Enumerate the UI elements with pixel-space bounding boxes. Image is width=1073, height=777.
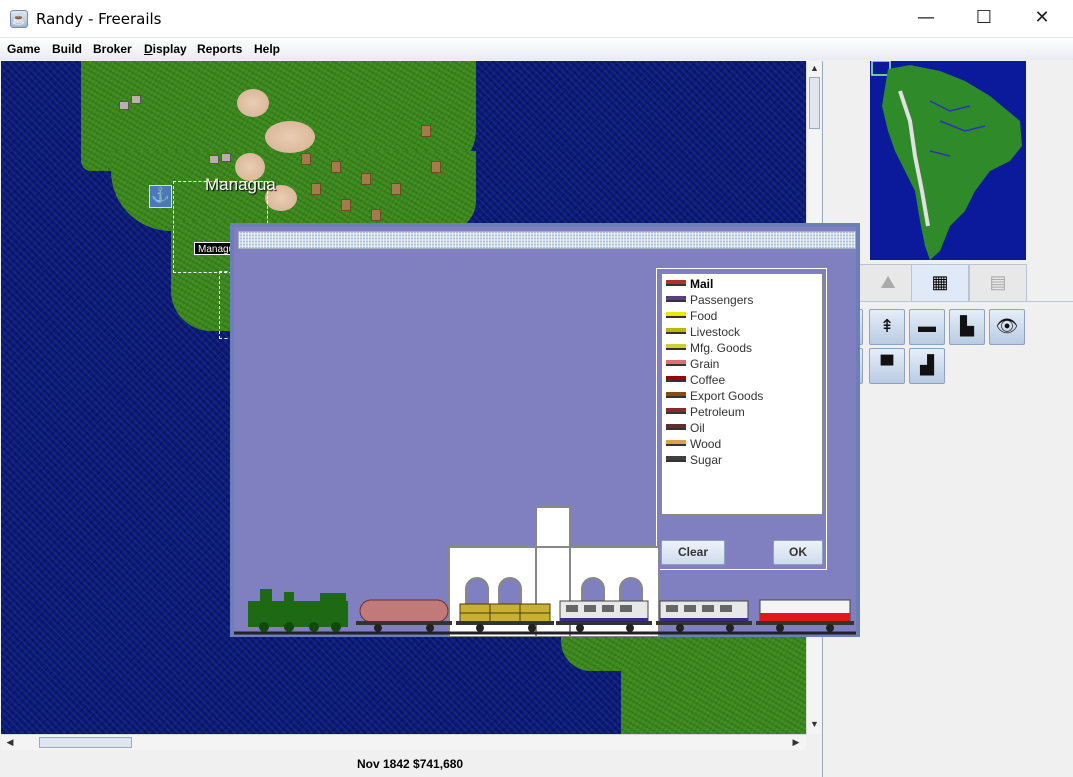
cargo-car-icon: [666, 408, 686, 414]
scroll-right-arrow-icon[interactable]: ▶: [791, 737, 801, 748]
overview-minimap[interactable]: [870, 61, 1026, 260]
tanker-red-car: [756, 599, 854, 632]
cargo-label: Petroleum: [690, 405, 745, 419]
city-name-label: Managua: [205, 175, 276, 194]
cargo-car-icon: [666, 312, 686, 318]
farm: [361, 173, 371, 185]
cargo-car-icon: [666, 296, 686, 302]
cargo-list-item[interactable]: Livestock: [664, 324, 820, 340]
farm: [421, 125, 431, 137]
minimize-button[interactable]: —: [897, 0, 955, 38]
menu-reports[interactable]: Reports: [197, 42, 242, 56]
desert-patch: [265, 121, 315, 153]
vertical-scroll-thumb[interactable]: [809, 77, 820, 129]
map-horizontal-scrollbar[interactable]: ◀ ▶: [1, 734, 806, 750]
track-tab-icon[interactable]: ▦: [911, 264, 969, 304]
land-region: [561, 631, 641, 671]
tank-car: [356, 599, 452, 632]
farm: [311, 183, 321, 195]
house: [221, 153, 231, 162]
desert-patch: [237, 89, 269, 117]
cargo-list-item[interactable]: Mfg. Goods: [664, 340, 820, 356]
dialog-title-bar[interactable]: [238, 231, 856, 249]
cargo-car-icon: [666, 280, 686, 286]
farm: [391, 183, 401, 195]
window-title: Randy - Freerails: [36, 10, 162, 28]
cargo-car-icon: [666, 376, 686, 382]
menu-game[interactable]: Game: [7, 42, 40, 56]
cargo-list-item[interactable]: Food: [664, 308, 820, 324]
cargo-list-item[interactable]: Sugar: [664, 452, 820, 468]
depot-tool-icon[interactable]: ▀: [869, 348, 905, 384]
minimap-continent: [871, 61, 1022, 260]
maximize-button[interactable]: ☐: [955, 0, 1013, 38]
menu-broker[interactable]: Broker: [93, 42, 132, 56]
cargo-car-icon: [666, 328, 686, 334]
terminal-tool-icon[interactable]: ▟: [909, 348, 945, 384]
java-cup-icon: ☕: [10, 10, 28, 28]
menu-help[interactable]: Help: [254, 42, 280, 56]
cargo-list-item[interactable]: Wood: [664, 436, 820, 452]
scroll-up-arrow-icon[interactable]: ▲: [809, 63, 820, 73]
station-tool-icon[interactable]: ▬: [909, 309, 945, 345]
build-tools-panel: ╪ ⇞ ▬ ▙ 👁 ┴ ▀ ▟: [823, 301, 1073, 777]
house: [119, 101, 129, 110]
build-tab-icon[interactable]: ⛰: [859, 264, 917, 302]
cargo-list-item[interactable]: Passengers: [664, 292, 820, 308]
train-consist-dialog: Mail Passengers Food Livestock Mfg. Goods Gra…: [230, 223, 860, 637]
menu-display[interactable]: Display: [144, 42, 187, 56]
cargo-car-icon: [666, 456, 686, 462]
menu-bar: Game Build Broker Display Reports Help: [0, 38, 1073, 60]
status-bar: Nov 1842 $741,680: [0, 751, 822, 777]
menu-build[interactable]: Build: [52, 42, 82, 56]
train-tab-icon[interactable]: ▤: [969, 264, 1027, 302]
cargo-car-icon: [666, 424, 686, 430]
cargo-label: Export Goods: [690, 389, 764, 403]
cargo-list[interactable]: Mail Passengers Food Livestock Mfg. Goods Gra…: [661, 273, 823, 515]
minimap-viewport: [871, 61, 891, 76]
train-preview: [234, 506, 856, 637]
cargo-label: Mfg. Goods: [690, 341, 753, 355]
cargo-car-icon: [666, 392, 686, 398]
cargo-list-item[interactable]: Oil: [664, 420, 820, 436]
cargo-label: Oil: [690, 421, 705, 435]
cargo-car-icon: [666, 440, 686, 446]
train-tool-icon[interactable]: ▙: [949, 309, 985, 345]
date-and-cash: Nov 1842 $741,680: [357, 757, 464, 771]
cargo-label: Livestock: [690, 325, 741, 339]
cargo-label: Mail: [690, 277, 714, 291]
cargo-list-item[interactable]: Petroleum: [664, 404, 820, 420]
cargo-list-item[interactable]: Grain: [664, 356, 820, 372]
farm: [331, 161, 341, 173]
cargo-list-item[interactable]: Coffee: [664, 372, 820, 388]
farm: [431, 161, 441, 173]
title-bar: ☕ Randy - Freerails — ☐ ✕: [0, 0, 1073, 38]
house: [131, 95, 141, 104]
cargo-list-item[interactable]: Export Goods: [664, 388, 820, 404]
house: [209, 155, 219, 164]
cargo-car-icon: [666, 360, 686, 366]
cargo-label: Coffee: [690, 373, 726, 387]
close-button[interactable]: ✕: [1013, 0, 1071, 38]
locomotive-car: [248, 589, 348, 632]
farm: [371, 209, 381, 221]
cargo-label: Passengers: [690, 293, 754, 307]
horizontal-scroll-thumb[interactable]: [39, 737, 132, 748]
passenger-car: [656, 600, 752, 632]
cargo-label: Sugar: [690, 453, 723, 467]
cargo-list-item[interactable]: Mail: [664, 276, 820, 292]
cargo-label: Grain: [690, 357, 720, 371]
cargo-label: Food: [690, 309, 718, 323]
scroll-left-arrow-icon[interactable]: ◀: [5, 737, 15, 748]
scroll-down-arrow-icon[interactable]: ▼: [809, 719, 820, 729]
cargo-car-icon: [666, 344, 686, 350]
harbor-anchor-icon[interactable]: ⚓: [149, 185, 172, 208]
farm: [341, 199, 351, 211]
land-region: [621, 621, 806, 734]
bridge-tool-icon[interactable]: ⇞: [869, 309, 905, 345]
cargo-label: Wood: [690, 437, 722, 451]
farm: [301, 153, 311, 165]
eye-tool-icon[interactable]: 👁: [989, 309, 1025, 345]
